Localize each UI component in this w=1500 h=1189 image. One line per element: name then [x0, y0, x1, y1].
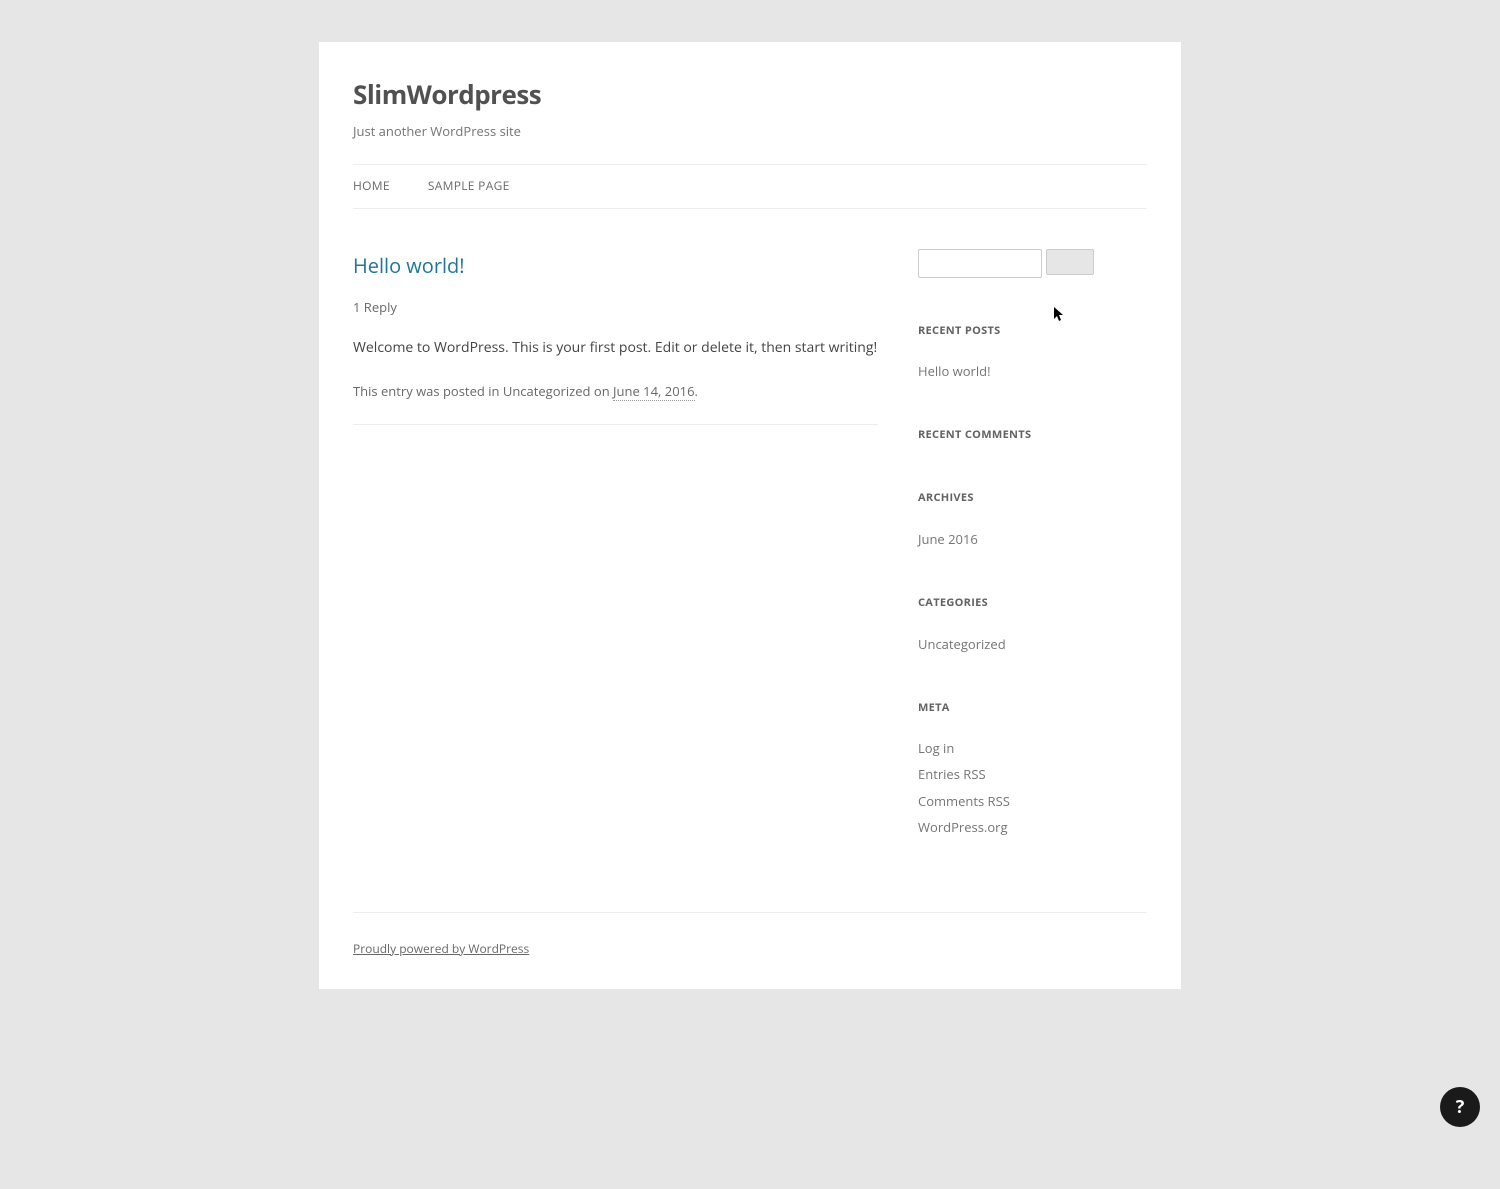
- site-title: SlimWordpress: [353, 72, 1147, 116]
- recent-posts-title: RECENT POSTS: [918, 322, 1147, 341]
- site-description: Just another WordPress site: [353, 120, 1147, 142]
- meta-date-link[interactable]: June 14, 2016: [613, 382, 694, 401]
- sidebar: RECENT POSTS Hello world! RECENT COMMENT…: [918, 249, 1147, 882]
- meta-entries-rss-link[interactable]: Entries RSS: [918, 765, 986, 783]
- search-button[interactable]: [1046, 249, 1094, 275]
- post-article: Hello world! 1 Reply Welcome to WordPres…: [353, 249, 878, 425]
- site-header: SlimWordpress Just another WordPress sit…: [319, 42, 1181, 142]
- meta-prefix: This entry was posted in: [353, 382, 503, 400]
- post-meta: This entry was posted in Uncategorized o…: [353, 380, 878, 425]
- meta-category-link[interactable]: Uncategorized: [503, 382, 591, 400]
- meta-widget: META Log in Entries RSS Comments RSS Wor…: [918, 699, 1147, 838]
- meta-suffix: .: [695, 382, 698, 400]
- meta-comments-rss-link[interactable]: Comments RSS: [918, 792, 1010, 810]
- recent-post-link[interactable]: Hello world!: [918, 362, 991, 380]
- powered-by-link[interactable]: Proudly powered by WordPress: [353, 940, 529, 957]
- categories-title: CATEGORIES: [918, 594, 1147, 613]
- recent-comments-title: RECENT COMMENTS: [918, 426, 1147, 445]
- comments-link-wrap: 1 Reply: [353, 296, 878, 318]
- meta-on: on: [591, 382, 614, 400]
- content-wrap: Hello world! 1 Reply Welcome to WordPres…: [319, 209, 1181, 912]
- main-nav: HOME SAMPLE PAGE: [353, 164, 1147, 208]
- nav-home[interactable]: HOME: [353, 165, 390, 207]
- search-input[interactable]: [918, 249, 1042, 278]
- meta-title: META: [918, 699, 1147, 718]
- archive-link[interactable]: June 2016: [918, 530, 978, 548]
- categories-widget: CATEGORIES Uncategorized: [918, 594, 1147, 655]
- post-title-link[interactable]: Hello world!: [353, 252, 465, 279]
- site-container: SlimWordpress Just another WordPress sit…: [319, 42, 1181, 989]
- category-link[interactable]: Uncategorized: [918, 635, 1006, 653]
- comments-link[interactable]: 1 Reply: [353, 298, 397, 316]
- archives-title: ARCHIVES: [918, 489, 1147, 508]
- recent-posts-widget: RECENT POSTS Hello world!: [918, 322, 1147, 383]
- recent-comments-widget: RECENT COMMENTS: [918, 426, 1147, 445]
- nav-sample-page[interactable]: SAMPLE PAGE: [428, 165, 510, 207]
- main-content: Hello world! 1 Reply Welcome to WordPres…: [353, 249, 878, 882]
- meta-login-link[interactable]: Log in: [918, 739, 954, 757]
- archives-widget: ARCHIVES June 2016: [918, 489, 1147, 550]
- help-button[interactable]: ?: [1440, 1087, 1480, 1127]
- site-title-link[interactable]: SlimWordpress: [353, 76, 541, 112]
- meta-wordpress-link[interactable]: WordPress.org: [918, 818, 1008, 836]
- site-footer: Proudly powered by WordPress: [353, 912, 1147, 989]
- post-title: Hello world!: [353, 249, 878, 283]
- search-widget: [918, 249, 1147, 278]
- post-content: Welcome to WordPress. This is your first…: [353, 336, 878, 360]
